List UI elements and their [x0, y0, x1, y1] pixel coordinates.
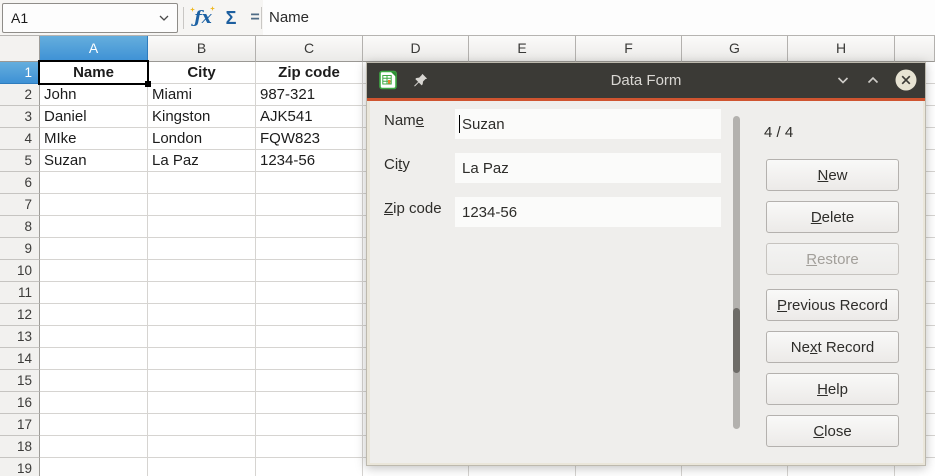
cell-A1[interactable]: Name: [40, 62, 147, 84]
row-header-14[interactable]: 14: [0, 348, 40, 370]
row-header-4[interactable]: 4: [0, 128, 40, 150]
previous-record-button[interactable]: Previous Record: [766, 289, 899, 321]
grid-line: [362, 62, 363, 476]
help-button[interactable]: Help: [766, 373, 899, 405]
column-header-A[interactable]: A: [40, 36, 148, 62]
row-header-1[interactable]: 1: [0, 62, 40, 84]
cell-A5[interactable]: Suzan: [40, 150, 147, 172]
row-header-3[interactable]: 3: [0, 106, 40, 128]
cell-C5[interactable]: 1234-56: [256, 150, 362, 172]
column-header-H[interactable]: H: [788, 36, 895, 62]
cell-A2[interactable]: John: [40, 84, 147, 106]
close-button[interactable]: Close: [766, 415, 899, 447]
row-header-5[interactable]: 5: [0, 150, 40, 172]
scrollbar-thumb[interactable]: [733, 308, 740, 373]
cell-C2[interactable]: 987-321: [256, 84, 362, 106]
float-chevron-down-icon[interactable]: [832, 69, 854, 91]
fill-handle[interactable]: [145, 81, 151, 87]
column-header-C[interactable]: C: [256, 36, 363, 62]
cell-B3[interactable]: Kingston: [148, 106, 255, 128]
sum-icon[interactable]: Σ: [218, 4, 244, 32]
column-header-D[interactable]: D: [363, 36, 469, 62]
row-header-6[interactable]: 6: [0, 172, 40, 194]
cell-B1[interactable]: City: [148, 62, 255, 84]
cell-B2[interactable]: Miami: [148, 84, 255, 106]
city-field[interactable]: [455, 153, 721, 183]
text-caret: [459, 115, 460, 133]
restore-button[interactable]: Restore: [766, 243, 899, 275]
name-field-label: Name: [384, 112, 424, 129]
delete-button[interactable]: Delete: [766, 201, 899, 233]
row-header-13[interactable]: 13: [0, 326, 40, 348]
column-header-E[interactable]: E: [469, 36, 576, 62]
function-wizard-icon[interactable]: ƒx: [189, 4, 217, 32]
column-header-B[interactable]: B: [148, 36, 256, 62]
formula-input[interactable]: Name: [263, 0, 935, 35]
dialog-body: Name City Zip code 4 / 4 New Delete Restore P…: [370, 101, 923, 463]
city-field-label: City: [384, 156, 410, 173]
row-header-10[interactable]: 10: [0, 260, 40, 282]
formula-content: Name: [269, 0, 309, 35]
row-header-11[interactable]: 11: [0, 282, 40, 304]
dock-chevron-up-icon[interactable]: [862, 69, 884, 91]
row-header-18[interactable]: 18: [0, 436, 40, 458]
column-header-G[interactable]: G: [682, 36, 788, 62]
row-header-19[interactable]: 19: [0, 458, 40, 476]
cell-C4[interactable]: FQW823: [256, 128, 362, 150]
cell-B5[interactable]: La Paz: [148, 150, 255, 172]
libreoffice-calc-window: ƒx Σ = Name ABCDEFGH 1234567891011121314…: [0, 0, 935, 476]
zip-code-field-label: Zip code: [384, 200, 442, 217]
form-scrollbar[interactable]: [733, 116, 740, 429]
formula-toolbar: ƒx Σ = Name: [0, 0, 935, 36]
next-record-button[interactable]: Next Record: [766, 331, 899, 363]
row-header-8[interactable]: 8: [0, 216, 40, 238]
cell-A3[interactable]: Daniel: [40, 106, 147, 128]
toolbar-separator: [261, 7, 262, 29]
cell-B4[interactable]: London: [148, 128, 255, 150]
equals-glyph: =: [250, 9, 259, 27]
pin-icon[interactable]: [409, 69, 431, 91]
chevron-down-icon[interactable]: [156, 10, 172, 26]
cell-C3[interactable]: AJK541: [256, 106, 362, 128]
sigma-glyph: Σ: [226, 8, 237, 29]
toolbar-separator: [183, 7, 184, 29]
row-header-2[interactable]: 2: [0, 84, 40, 106]
row-header-17[interactable]: 17: [0, 414, 40, 436]
close-icon[interactable]: [895, 69, 917, 91]
calc-document-icon: [377, 69, 399, 91]
record-counter: 4 / 4: [764, 124, 793, 141]
column-header-F[interactable]: F: [576, 36, 682, 62]
cell-C1[interactable]: Zip code: [256, 62, 362, 84]
row-header-12[interactable]: 12: [0, 304, 40, 326]
column-header-clipped[interactable]: [895, 36, 935, 62]
row-header-16[interactable]: 16: [0, 392, 40, 414]
row-header-7[interactable]: 7: [0, 194, 40, 216]
data-form-dialog: Data Form Name City Zip code 4 / 4 New Dele…: [366, 62, 926, 466]
cell-A4[interactable]: MIke: [40, 128, 147, 150]
form-field-row: Name: [370, 109, 923, 139]
name-field[interactable]: [455, 109, 721, 139]
row-header-15[interactable]: 15: [0, 370, 40, 392]
zip-code-field[interactable]: [455, 197, 721, 227]
new-button[interactable]: New: [766, 159, 899, 191]
select-all-corner[interactable]: [0, 36, 40, 62]
fx-glyph: ƒx: [194, 8, 211, 28]
dialog-titlebar[interactable]: Data Form: [367, 63, 925, 98]
row-header-9[interactable]: 9: [0, 238, 40, 260]
name-box-input[interactable]: [2, 3, 178, 33]
